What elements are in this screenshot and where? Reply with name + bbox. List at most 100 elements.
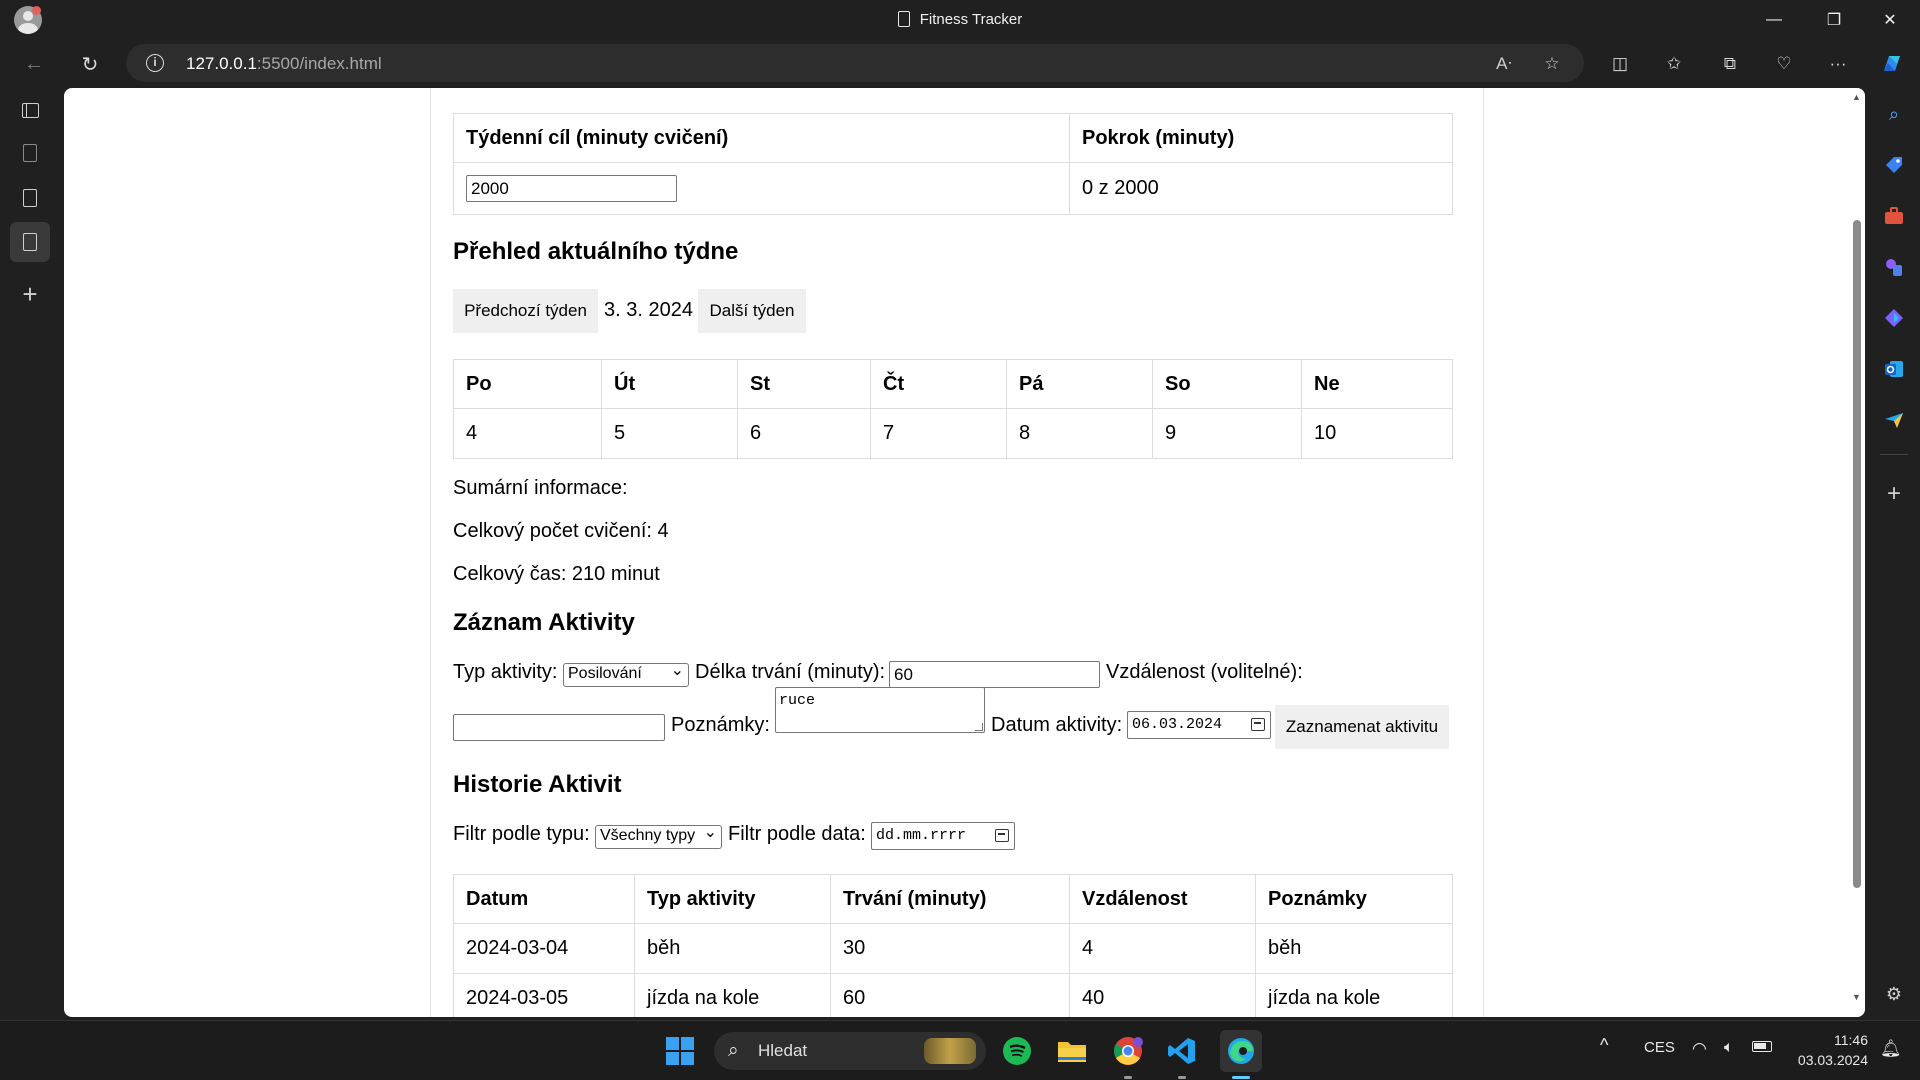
- edge-icon[interactable]: [1220, 1030, 1262, 1072]
- day-cell[interactable]: 5: [601, 408, 738, 459]
- collections-icon[interactable]: ⧉: [1714, 48, 1746, 80]
- more-menu-icon[interactable]: ···: [1822, 48, 1854, 80]
- outlook-icon[interactable]: [1880, 355, 1908, 383]
- tab-page-active[interactable]: [10, 222, 50, 262]
- url-text[interactable]: 127.0.0.1:5500/index.html: [186, 54, 382, 74]
- minimize-button[interactable]: —: [1746, 0, 1802, 40]
- address-bar[interactable]: i 127.0.0.1:5500/index.html Aᐧ ☆: [126, 44, 1584, 82]
- add-sidebar-app-icon[interactable]: +: [1880, 480, 1908, 508]
- refresh-icon[interactable]: ↻: [74, 48, 106, 80]
- activity-date-label: Datum aktivity:: [991, 714, 1123, 736]
- activity-date-input[interactable]: 06.03.2024: [1127, 711, 1271, 739]
- filter-date-input[interactable]: dd.mm.rrrr: [871, 822, 1015, 850]
- active-app-indicator: [1232, 1076, 1250, 1079]
- scrollbar-thumb[interactable]: [1853, 220, 1861, 888]
- record-activity-heading: Záznam Aktivity: [453, 609, 635, 636]
- clock-date: 03.03.2024: [1797, 1052, 1868, 1068]
- shopping-tag-icon[interactable]: [1880, 151, 1908, 179]
- site-info-icon[interactable]: i: [146, 54, 164, 72]
- notes-textarea[interactable]: ruce: [775, 687, 985, 733]
- page-icon: [23, 189, 37, 207]
- calendar-icon[interactable]: [995, 829, 1009, 842]
- previous-week-button[interactable]: Předchozí týden: [453, 289, 598, 333]
- day-cell[interactable]: 4: [453, 408, 602, 459]
- activity-type-value: Posilování: [568, 665, 642, 682]
- favorites-icon[interactable]: ✩: [1658, 48, 1690, 80]
- clock[interactable]: 11:46 03.03.2024: [1788, 1032, 1868, 1068]
- browser-essentials-icon[interactable]: ♡: [1768, 48, 1800, 80]
- copilot-icon[interactable]: [1876, 48, 1908, 80]
- search-icon[interactable]: ⌕: [1880, 100, 1908, 128]
- duration-input[interactable]: [889, 661, 1100, 688]
- week-overview-heading: Přehled aktuálního týdne: [453, 238, 739, 265]
- resize-handle-icon[interactable]: [975, 723, 983, 731]
- page-scrollbar[interactable]: ▲ ▼: [1849, 88, 1865, 1017]
- table-row: 2024-03-05 jízda na kole 60 40 jízda na …: [453, 973, 1453, 1017]
- tools-briefcase-icon[interactable]: [1880, 202, 1908, 230]
- distance-label: Vzdálenost (volitelné):: [1106, 661, 1303, 683]
- favorite-star-icon[interactable]: ☆: [1540, 52, 1564, 76]
- tab-actions-icon[interactable]: [10, 90, 50, 130]
- table-row: Po Út St Čt Pá So Ne: [453, 359, 1453, 409]
- day-cell[interactable]: 9: [1152, 408, 1302, 459]
- distance-input[interactable]: [453, 714, 665, 741]
- chrome-icon[interactable]: [1110, 1033, 1146, 1069]
- read-aloud-icon[interactable]: Aᐧ: [1492, 52, 1516, 76]
- back-arrow-icon[interactable]: ←: [18, 48, 50, 80]
- copilot-sidebar-icon[interactable]: [1880, 304, 1908, 332]
- column-header: Vzdálenost: [1069, 874, 1256, 924]
- settings-gear-icon[interactable]: ⚙: [1880, 980, 1908, 1008]
- notes-value: ruce: [779, 692, 816, 709]
- goal-table: Týdenní cíl (minuty cvičení) Pokrok (min…: [453, 113, 1453, 215]
- page-icon: [23, 233, 37, 251]
- notification-bell-icon[interactable]: 🔔︎: [1880, 1039, 1902, 1059]
- activity-type-select[interactable]: Posilování: [563, 660, 689, 687]
- volume-icon[interactable]: 🔈︎: [1724, 1039, 1734, 1057]
- show-hidden-icons-chevron-icon[interactable]: ^: [1600, 1035, 1608, 1056]
- tab-page-1[interactable]: [10, 133, 50, 173]
- tab-page-2[interactable]: [10, 178, 50, 218]
- input-language[interactable]: CES: [1644, 1039, 1675, 1056]
- search-label: Hledat: [758, 1041, 808, 1060]
- send-icon[interactable]: [1880, 406, 1908, 434]
- calendar-icon[interactable]: [1251, 718, 1265, 731]
- scroll-up-icon[interactable]: ▲: [1852, 92, 1861, 102]
- running-app-indicator: [1178, 1076, 1186, 1079]
- web-page-viewport: Týdenní cíl (minuty cvičení) Pokrok (min…: [64, 88, 1865, 1017]
- day-header: Pá: [1006, 359, 1153, 409]
- file-explorer-icon[interactable]: [1054, 1033, 1090, 1069]
- close-button[interactable]: ✕: [1862, 0, 1918, 40]
- plus-icon: +: [22, 279, 38, 309]
- day-cell[interactable]: 6: [737, 408, 871, 459]
- battery-icon[interactable]: [1752, 1041, 1772, 1052]
- day-cell[interactable]: 8: [1006, 408, 1153, 459]
- search-highlight-icon: [924, 1038, 976, 1064]
- games-icon[interactable]: [1880, 253, 1908, 281]
- windows-start-icon[interactable]: [662, 1033, 698, 1069]
- vscode-icon[interactable]: [1164, 1033, 1200, 1069]
- split-screen-icon[interactable]: ◫: [1604, 48, 1636, 80]
- record-activity-button[interactable]: Zaznamenat aktivitu: [1275, 705, 1449, 749]
- weekly-goal-input[interactable]: [466, 175, 677, 202]
- scroll-down-icon[interactable]: ▼: [1852, 992, 1861, 1002]
- taskbar-search[interactable]: ⌕ Hledat: [714, 1032, 986, 1070]
- activity-history-heading: Historie Aktivit: [453, 771, 622, 798]
- goal-header: Týdenní cíl (minuty cvičení): [453, 113, 1070, 163]
- summary-time: Celkový čas: 210 minut: [453, 563, 660, 585]
- sidebar-divider: [1880, 454, 1908, 455]
- activity-history-table: Datum Typ aktivity Trvání (minuty) Vzdál…: [453, 874, 1453, 1017]
- table-row: Týdenní cíl (minuty cvičení) Pokrok (min…: [453, 113, 1453, 163]
- running-app-indicator: [1124, 1076, 1132, 1079]
- current-week-date: 3. 3. 2024: [604, 299, 693, 321]
- table-cell: 40: [1069, 973, 1256, 1017]
- wifi-icon[interactable]: ◠: [1692, 1039, 1707, 1059]
- filter-type-select[interactable]: Všechny typy: [595, 822, 722, 849]
- next-week-button[interactable]: Další týden: [698, 289, 806, 333]
- day-cell[interactable]: 10: [1301, 408, 1453, 459]
- table-row: Datum Typ aktivity Trvání (minuty) Vzdál…: [453, 874, 1453, 924]
- spotify-icon[interactable]: [999, 1033, 1035, 1069]
- day-cell[interactable]: 7: [870, 408, 1007, 459]
- new-tab-button[interactable]: +: [10, 274, 50, 314]
- page-container: Týdenní cíl (minuty cvičení) Pokrok (min…: [430, 88, 1484, 1017]
- restore-button[interactable]: ❐: [1806, 0, 1862, 40]
